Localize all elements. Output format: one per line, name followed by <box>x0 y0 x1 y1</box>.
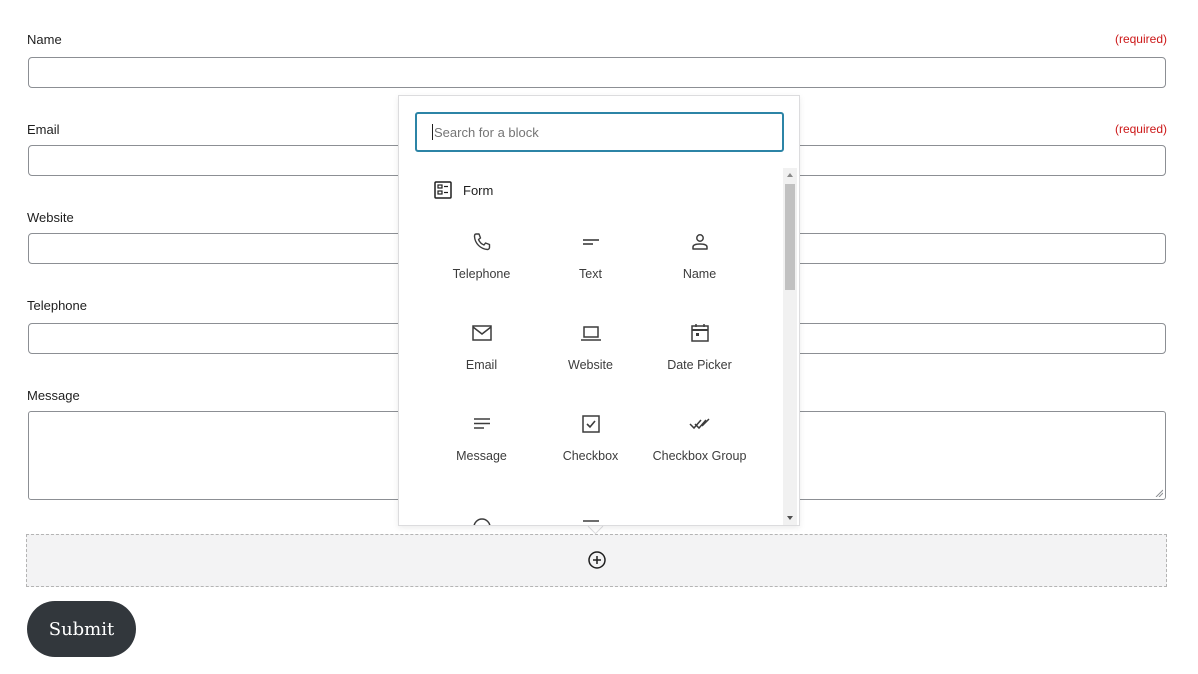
inserter-scrollbar[interactable] <box>783 168 797 525</box>
text-icon <box>582 239 599 245</box>
block-label: Checkbox <box>562 449 619 463</box>
category-header-form: Form <box>433 180 493 200</box>
calendar-icon <box>690 324 709 342</box>
block-label: Website <box>568 358 613 372</box>
resize-handle-icon[interactable] <box>1155 489 1163 497</box>
block-list-panel: Form Telephone Text Name Email Website D… <box>399 168 783 525</box>
double-check-icon <box>688 418 710 430</box>
lines-icon <box>473 418 490 429</box>
block-website[interactable]: Website <box>536 321 645 374</box>
block-name[interactable]: Name <box>645 230 754 283</box>
message-label: Message <box>27 388 80 403</box>
website-label: Website <box>27 210 74 225</box>
person-icon <box>691 234 708 250</box>
name-label: Name <box>27 32 62 47</box>
block-label: Text <box>579 267 602 281</box>
block-label: Date Picker <box>667 358 732 372</box>
block-telephone[interactable]: Telephone <box>427 230 536 283</box>
block-search-placeholder: Search for a block <box>434 124 539 140</box>
block-checkbox[interactable]: Checkbox <box>536 412 645 465</box>
block-label: Telephone <box>452 267 511 281</box>
email-required: (required) <box>1114 122 1167 136</box>
name-input[interactable] <box>28 57 1166 88</box>
block-inserter-popover: Search for a block Form Telephone Text N… <box>398 95 800 526</box>
name-required: (required) <box>1114 32 1167 46</box>
form-icon <box>434 181 452 199</box>
block-appender <box>26 534 1167 587</box>
laptop-icon <box>580 326 601 341</box>
submit-button[interactable]: Submit <box>27 601 136 657</box>
scrollbar-thumb[interactable] <box>785 184 795 290</box>
block-label: Message <box>456 449 507 463</box>
block-date-picker[interactable]: Date Picker <box>645 321 754 374</box>
scroll-up-arrow[interactable] <box>783 168 797 182</box>
block-checkbox-group[interactable]: Checkbox Group <box>645 412 754 465</box>
partial-block-icon <box>583 520 599 522</box>
envelope-icon <box>471 325 492 341</box>
block-email[interactable]: Email <box>427 321 536 374</box>
block-label: Name <box>682 267 717 281</box>
telephone-label: Telephone <box>27 298 87 313</box>
plus-circle-icon <box>588 551 606 569</box>
checkbox-icon <box>581 415 600 433</box>
block-text[interactable]: Text <box>536 230 645 283</box>
block-message[interactable]: Message <box>427 412 536 465</box>
block-label: Checkbox Group <box>652 449 747 463</box>
block-label: Email <box>465 358 498 372</box>
add-block-button[interactable] <box>587 550 607 570</box>
block-search-input[interactable]: Search for a block <box>415 112 784 152</box>
text-caret <box>432 124 433 140</box>
email-label: Email <box>27 122 60 137</box>
scroll-down-arrow[interactable] <box>783 511 797 525</box>
category-label: Form <box>463 182 494 198</box>
partial-block-icon <box>473 518 491 525</box>
phone-icon <box>473 233 490 251</box>
